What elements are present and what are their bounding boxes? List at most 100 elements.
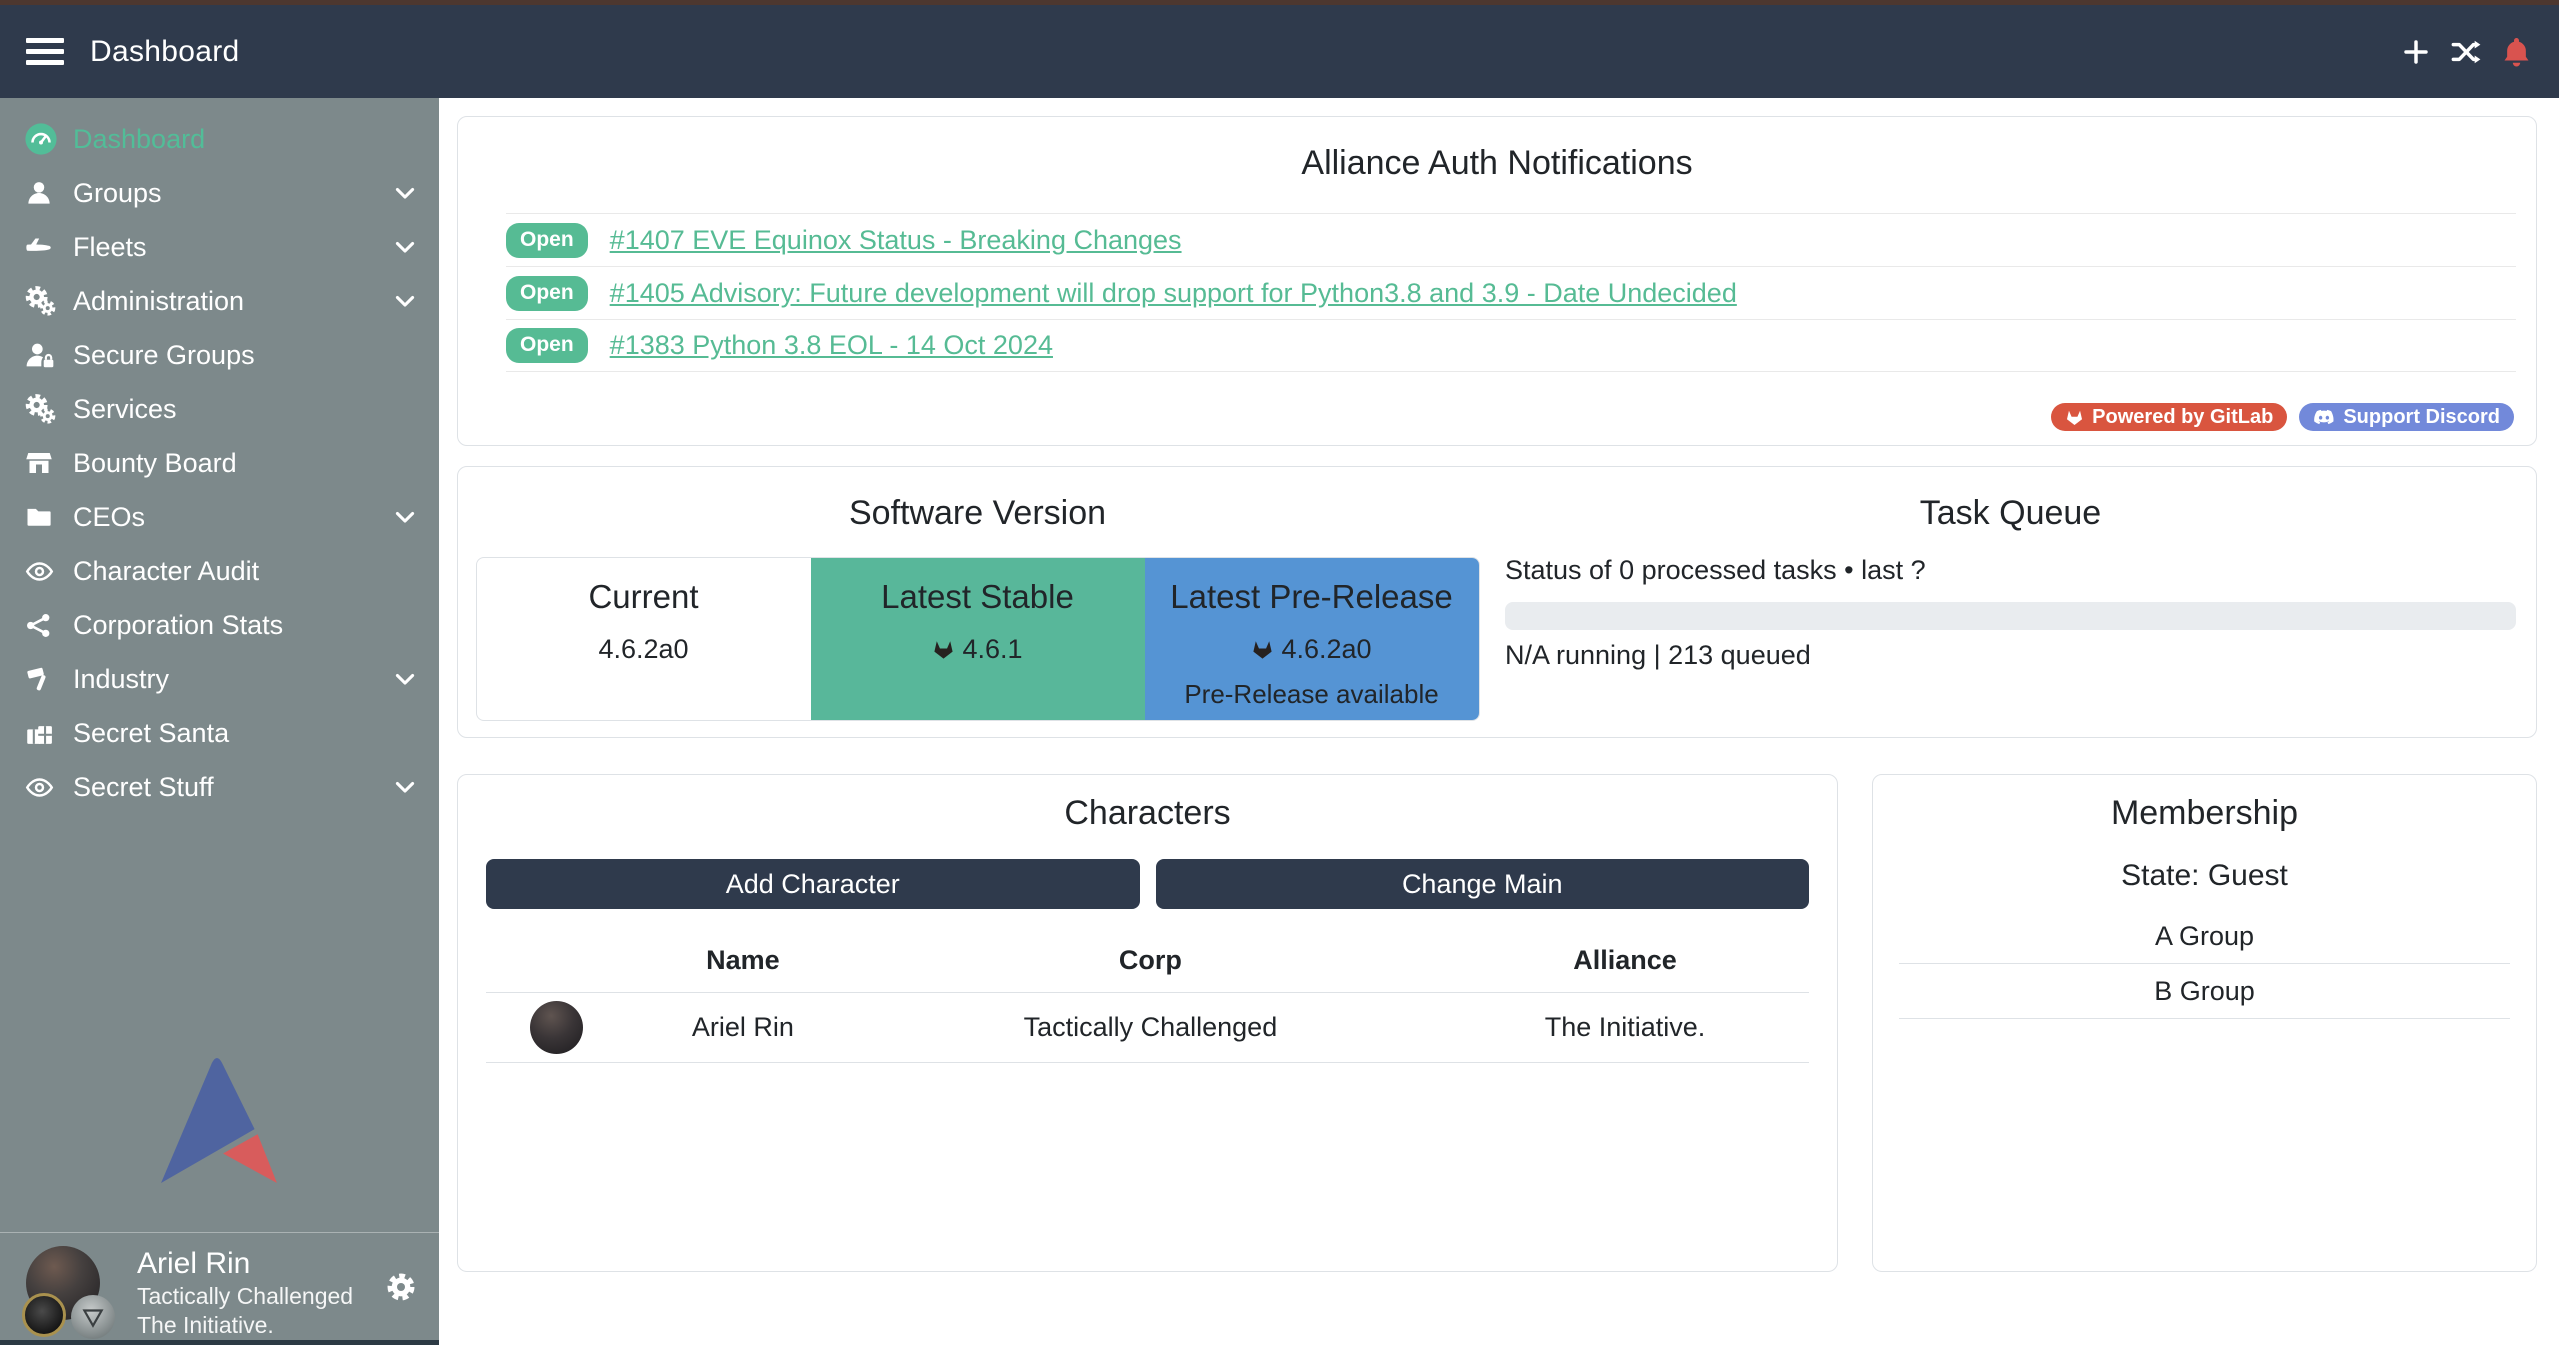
list-item: A Group bbox=[1899, 909, 2510, 964]
sidebar-item-label: Secure Groups bbox=[73, 340, 255, 371]
version-cell-current: Current 4.6.2a0 bbox=[477, 558, 811, 720]
notification-link[interactable]: #1405 Advisory: Future development will … bbox=[610, 278, 1737, 309]
membership-group-list: A Group B Group bbox=[1899, 909, 2510, 1019]
character-corp-cell: Tactically Challenged bbox=[860, 993, 1441, 1063]
character-portrait bbox=[530, 1001, 583, 1054]
eye-icon bbox=[24, 770, 64, 804]
sidebar-item-label: CEOs bbox=[73, 502, 145, 533]
chevron-down-icon bbox=[391, 287, 419, 315]
characters-table: Name Corp Alliance Ariel Rin Tactically … bbox=[486, 931, 1809, 1063]
discord-icon bbox=[2313, 409, 2335, 425]
sidebar-item-corporation-stats[interactable]: Corporation Stats bbox=[0, 598, 439, 652]
task-queue-counts: N/A running | 213 queued bbox=[1505, 640, 2516, 671]
version-cell-value: 4.6.1 bbox=[962, 634, 1022, 665]
version-cell-value: 4.6.2a0 bbox=[1281, 634, 1371, 665]
status-badge: Open bbox=[506, 223, 588, 258]
user-name: Ariel Rin bbox=[137, 1246, 353, 1282]
list-item: Open #1405 Advisory: Future development … bbox=[506, 266, 2516, 319]
sidebar-item-fleets[interactable]: Fleets bbox=[0, 220, 439, 274]
sidebar-item-services[interactable]: Services bbox=[0, 382, 439, 436]
task-queue-section: Task Queue Status of 0 processed tasks •… bbox=[1497, 467, 2536, 737]
column-header-name: Name bbox=[626, 931, 860, 993]
notifications-title: Alliance Auth Notifications bbox=[458, 143, 2536, 183]
sidebar-item-administration[interactable]: Administration bbox=[0, 274, 439, 328]
sidebar-item-label: Corporation Stats bbox=[73, 610, 283, 641]
change-main-button[interactable]: Change Main bbox=[1156, 859, 1810, 909]
sidebar-item-secure-groups[interactable]: Secure Groups bbox=[0, 328, 439, 382]
chevron-down-icon bbox=[391, 179, 419, 207]
notification-link[interactable]: #1407 EVE Equinox Status - Breaking Chan… bbox=[610, 225, 1182, 256]
gitlab-badge[interactable]: Powered by GitLab bbox=[2051, 403, 2287, 431]
chevron-down-icon bbox=[391, 503, 419, 531]
add-character-button[interactable]: Add Character bbox=[486, 859, 1140, 909]
notifications-footer: Powered by GitLab Support Discord bbox=[2051, 403, 2514, 431]
user-lock-icon bbox=[24, 338, 64, 372]
column-header-portrait bbox=[486, 931, 626, 993]
list-item: Open #1383 Python 3.8 EOL - 14 Oct 2024 bbox=[506, 319, 2516, 372]
page-title: Dashboard bbox=[90, 35, 239, 69]
sidebar-bottom-strip bbox=[0, 1340, 439, 1345]
shuttle-icon bbox=[24, 230, 64, 264]
top-navbar: Dashboard bbox=[0, 5, 2559, 98]
navbar-actions bbox=[2399, 35, 2533, 69]
notifications-bell-icon[interactable] bbox=[2499, 35, 2533, 69]
share-icon bbox=[24, 608, 64, 642]
column-header-corp: Corp bbox=[860, 931, 1441, 993]
software-version-title: Software Version bbox=[849, 493, 1106, 533]
sidebar-item-secret-santa[interactable]: Secret Santa bbox=[0, 706, 439, 760]
menu-toggle-icon[interactable] bbox=[26, 38, 64, 65]
user-panel: Ariel Rin Tactically Challenged The Init… bbox=[0, 1232, 439, 1345]
character-alliance-cell: The Initiative. bbox=[1441, 993, 1809, 1063]
list-item: Open #1407 EVE Equinox Status - Breaking… bbox=[506, 213, 2516, 266]
membership-title: Membership bbox=[1873, 793, 2536, 833]
chevron-down-icon bbox=[391, 233, 419, 261]
hammer-icon bbox=[24, 662, 64, 696]
sidebar-menu: Dashboard Groups bbox=[0, 98, 439, 814]
task-queue-title: Task Queue bbox=[1505, 493, 2516, 533]
version-cell-label: Latest Pre-Release bbox=[1170, 578, 1452, 616]
sidebar-item-label: Character Audit bbox=[73, 556, 259, 587]
alliance-logo bbox=[71, 1295, 115, 1339]
sidebar-item-industry[interactable]: Industry bbox=[0, 652, 439, 706]
app-root: Dashboard bbox=[0, 0, 2559, 1345]
sidebar: Dashboard Groups bbox=[0, 98, 439, 1345]
sidebar-item-label: Secret Stuff bbox=[73, 772, 214, 803]
corp-logo bbox=[22, 1293, 66, 1337]
notifications-list: Open #1407 EVE Equinox Status - Breaking… bbox=[506, 213, 2516, 372]
sidebar-item-bounty-board[interactable]: Bounty Board bbox=[0, 436, 439, 490]
software-version-section: Software Version Current 4.6.2a0 Latest … bbox=[458, 467, 1497, 737]
discord-badge[interactable]: Support Discord bbox=[2299, 403, 2514, 431]
sidebar-item-character-audit[interactable]: Character Audit bbox=[0, 544, 439, 598]
column-header-alliance: Alliance bbox=[1441, 931, 1809, 993]
version-cell-label: Latest Stable bbox=[881, 578, 1074, 616]
notification-link[interactable]: #1383 Python 3.8 EOL - 14 Oct 2024 bbox=[610, 330, 1053, 361]
table-row: Ariel Rin Tactically Challenged The Init… bbox=[486, 993, 1809, 1063]
list-item: B Group bbox=[1899, 964, 2510, 1019]
shuffle-icon[interactable] bbox=[2449, 35, 2483, 69]
gears-icon bbox=[24, 392, 64, 426]
characters-actions: Add Character Change Main bbox=[486, 859, 1809, 909]
gitlab-tanuki-icon bbox=[932, 638, 955, 661]
user-corp: Tactically Challenged bbox=[137, 1282, 353, 1311]
user-icon bbox=[24, 176, 64, 210]
notifications-panel: Alliance Auth Notifications Open #1407 E… bbox=[457, 116, 2537, 446]
sidebar-item-ceos[interactable]: CEOs bbox=[0, 490, 439, 544]
character-name-cell: Ariel Rin bbox=[626, 993, 860, 1063]
sidebar-item-groups[interactable]: Groups bbox=[0, 166, 439, 220]
sidebar-item-dashboard[interactable]: Dashboard bbox=[0, 112, 439, 166]
gauge-icon bbox=[24, 122, 64, 156]
user-alliance: The Initiative. bbox=[137, 1311, 353, 1340]
version-cell-prerelease: Latest Pre-Release 4.6.2a0 Pre-Release a… bbox=[1145, 558, 1479, 720]
user-settings-gear-icon[interactable] bbox=[385, 1271, 417, 1303]
gitlab-tanuki-icon bbox=[2065, 408, 2084, 427]
task-progress-bar bbox=[1505, 602, 2516, 630]
sidebar-item-secret-stuff[interactable]: Secret Stuff bbox=[0, 760, 439, 814]
membership-state: State: Guest bbox=[1873, 859, 2536, 893]
sidebar-item-label: Bounty Board bbox=[73, 448, 237, 479]
task-queue-status: Status of 0 processed tasks • last ? bbox=[1505, 555, 2516, 586]
chevron-down-icon bbox=[391, 773, 419, 801]
user-avatar-stack bbox=[26, 1246, 102, 1345]
gears-icon bbox=[24, 284, 64, 318]
version-cell-stable: Latest Stable 4.6.1 bbox=[811, 558, 1145, 720]
plus-icon[interactable] bbox=[2399, 35, 2433, 69]
